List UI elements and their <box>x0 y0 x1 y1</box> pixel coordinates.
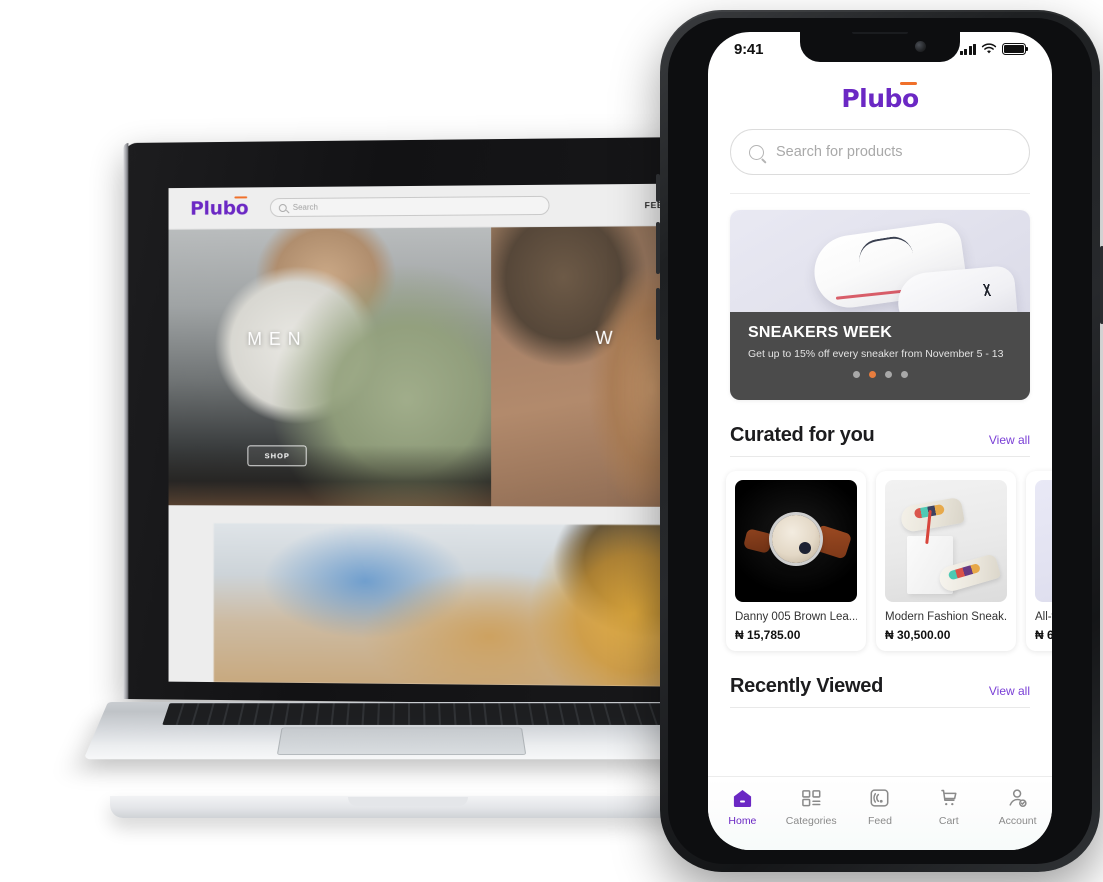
phone-volume-down-button[interactable] <box>656 288 660 340</box>
banner-carousel-dots[interactable] <box>748 371 1012 378</box>
mockup-scene: Plubo Search FEED MEN SHOP W 9:41 Plubo … <box>0 0 1103 882</box>
tab-label: Feed <box>868 815 892 827</box>
laptop-lid-notch <box>348 797 468 806</box>
tab-account[interactable]: Account <box>983 787 1052 827</box>
laptop-base <box>83 688 733 820</box>
grid-icon <box>801 787 822 809</box>
tab-label: Home <box>728 815 757 827</box>
laptop-lid: Plubo Search FEED MEN SHOP W <box>123 136 703 706</box>
product-image <box>885 480 1007 602</box>
tab-feed[interactable]: Feed <box>846 787 915 827</box>
tab-label: Cart <box>938 815 959 827</box>
battery-icon <box>1002 43 1029 55</box>
banner-text-overlay: SNEAKERS WEEK Get up to 15% off every sn… <box>730 312 1030 400</box>
phone-device: 9:41 Plubo Search for products SNEAKERS … <box>650 6 1103 876</box>
carousel-dot[interactable] <box>884 371 892 378</box>
section-header-recently-viewed: Recently Viewed View all <box>730 675 1030 708</box>
product-card[interactable]: All-w ₦ 67 <box>1026 471 1052 651</box>
desktop-hero: MEN SHOP W <box>168 225 693 507</box>
product-card[interactable]: Modern Fashion Sneak... ₦ 30,500.00 <box>876 471 1016 651</box>
user-icon <box>1007 787 1028 809</box>
banner-subtitle: Get up to 15% off every sneaker from Nov… <box>748 348 1004 360</box>
product-name: All-w <box>1035 611 1052 623</box>
laptop-keyboard <box>162 703 710 725</box>
desktop-search-placeholder: Search <box>292 202 318 212</box>
header-divider <box>730 193 1030 194</box>
laptop-screen: Plubo Search FEED MEN SHOP W <box>168 183 693 687</box>
product-image <box>1035 480 1052 602</box>
carousel-dot-active[interactable] <box>868 371 876 378</box>
tab-cart[interactable]: Cart <box>914 787 983 827</box>
hero-men-label: MEN <box>247 329 308 350</box>
section-title: Curated for you <box>730 424 875 446</box>
phone-volume-up-button[interactable] <box>656 222 660 274</box>
logo-accent-bar <box>234 195 248 199</box>
desktop-logo-text: Plubo <box>190 196 249 220</box>
phone-app-content: Plubo Search for products SNEAKERS WEEK … <box>708 62 1052 850</box>
home-icon <box>732 787 753 809</box>
bottom-tab-bar: Home Categories Feed Cart Account <box>708 776 1052 850</box>
carousel-dot[interactable] <box>900 371 908 378</box>
app-logo[interactable]: Plubo <box>841 82 919 113</box>
tab-categories[interactable]: Categories <box>777 787 846 827</box>
tab-home[interactable]: Home <box>708 787 777 827</box>
desktop-logo[interactable]: Plubo <box>190 195 249 220</box>
product-card[interactable]: Danny 005 Brown Lea... ₦ 15,785.00 <box>726 471 866 651</box>
hero-shop-button[interactable]: SHOP <box>247 445 307 467</box>
tab-label: Categories <box>785 815 837 827</box>
phone-screen: 9:41 Plubo Search for products SNEAKERS … <box>708 32 1052 850</box>
search-icon <box>278 203 287 212</box>
laptop-front-edge <box>110 796 706 818</box>
desktop-lifestyle-photo[interactable] <box>213 523 693 687</box>
product-price: ₦ 30,500.00 <box>885 628 951 642</box>
app-search-input[interactable]: Search for products <box>730 129 1030 175</box>
app-logo-text: Plubo <box>841 84 919 113</box>
section-title: Recently Viewed <box>730 675 883 697</box>
product-price: ₦ 67 <box>1035 628 1052 642</box>
carousel-dot[interactable] <box>852 371 860 378</box>
tab-label: Account <box>998 815 1037 827</box>
product-name: Modern Fashion Sneak... <box>885 611 1007 623</box>
desktop-site-header: Plubo Search FEED <box>168 183 693 230</box>
promo-banner[interactable]: SNEAKERS WEEK Get up to 15% off every sn… <box>730 210 1030 400</box>
section-header-curated: Curated for you View all <box>730 424 1030 457</box>
view-all-link[interactable]: View all <box>989 684 1030 698</box>
status-time: 9:41 <box>734 40 764 58</box>
app-header: Plubo <box>708 62 1052 129</box>
laptop-device: Plubo Search FEED MEN SHOP W <box>83 136 733 820</box>
wifi-icon <box>981 43 997 54</box>
hero-men-photo <box>168 227 492 507</box>
product-carousel[interactable]: Danny 005 Brown Lea... ₦ 15,785.00 Moder… <box>708 457 1052 651</box>
product-price: ₦ 15,785.00 <box>735 628 801 642</box>
banner-title: SNEAKERS WEEK <box>748 324 892 341</box>
product-name: Danny 005 Brown Lea... <box>735 611 857 623</box>
search-icon <box>749 144 764 160</box>
hero-women-label: W <box>595 327 620 349</box>
app-search-placeholder: Search for products <box>776 144 903 160</box>
desktop-secondary-section <box>168 505 693 687</box>
hero-panel-men[interactable]: MEN SHOP <box>168 227 492 507</box>
status-bar: 9:41 <box>708 32 1052 62</box>
laptop-trackpad <box>276 727 527 755</box>
rss-icon <box>869 787 890 809</box>
status-icons <box>959 43 1029 55</box>
app-logo-accent-bar <box>899 82 917 86</box>
product-image <box>735 480 857 602</box>
cellular-signal-icon <box>959 43 976 55</box>
desktop-search-input[interactable]: Search <box>270 195 550 218</box>
laptop-deck <box>83 702 733 760</box>
cart-icon <box>938 787 959 809</box>
view-all-link[interactable]: View all <box>989 433 1030 447</box>
phone-mute-switch[interactable] <box>656 174 660 202</box>
